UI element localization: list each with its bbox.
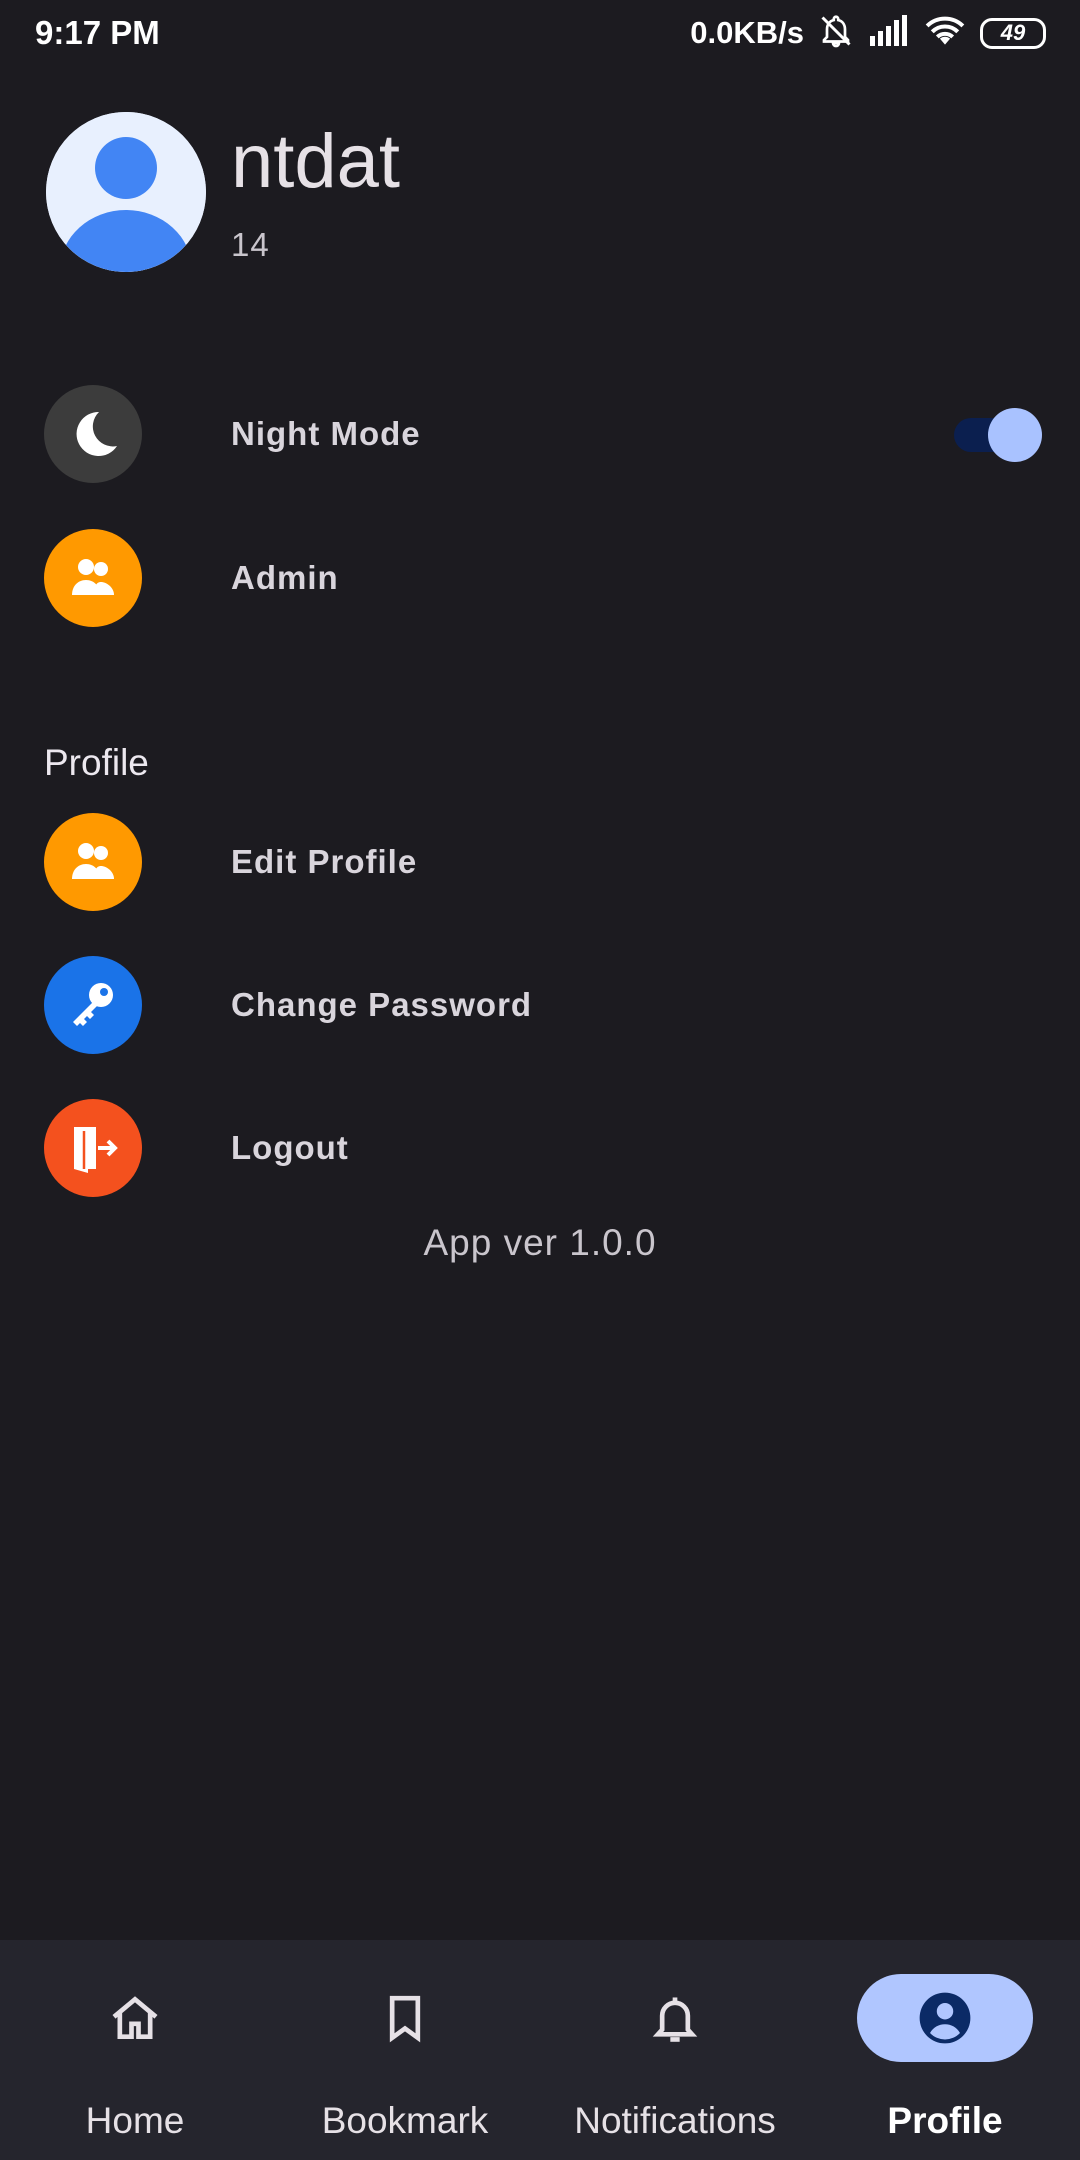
nav-bookmark-pill [317,1974,493,2062]
nav-home[interactable]: Home [0,1940,270,2160]
bottom-nav: Home Bookmark Notifications Profile [0,1940,1080,2160]
edit-profile-label: Edit Profile [231,843,418,880]
user-id: 14 [231,226,270,263]
bookmark-icon [389,1995,421,2043]
nav-home-pill [47,1974,223,2062]
nav-home-label: Home [85,2100,185,2141]
night-mode-label: Night Mode [231,415,421,452]
net-speed: 0.0KB/s [690,15,804,50]
person-avatar-icon [46,112,206,272]
avatar[interactable] [46,112,206,272]
night-mode-row[interactable]: Night Mode [44,384,1044,484]
night-mode-toggle[interactable] [952,406,1044,462]
edit-profile-row[interactable]: Edit Profile [44,812,1044,912]
bell-icon [652,1997,698,2042]
admin-label: Admin [231,559,339,596]
account-circle-icon [919,1992,971,2044]
logout-label: Logout [231,1129,349,1166]
logout-icon [44,1099,142,1197]
toggle-thumb [988,408,1042,462]
nav-notifications-pill [587,1974,763,2062]
signal-icon [868,14,910,53]
status-bar: 9:17 PM 0.0KB/s 49 [0,0,1080,66]
battery-icon: 49 [980,17,1046,49]
nav-profile-pill [857,1974,1033,2062]
logout-row[interactable]: Logout [44,1098,1044,1198]
key-icon [44,956,142,1054]
users-icon [44,529,142,627]
profile-screen: 9:17 PM 0.0KB/s 49 ntdat 14 Night Mode A… [0,0,1080,2160]
status-icons: 0.0KB/s 49 [690,12,1046,54]
nav-bookmark-label: Bookmark [321,2100,489,2141]
status-time: 9:17 PM [35,14,160,51]
change-password-row[interactable]: Change Password [44,955,1044,1055]
app-version: App ver 1.0.0 [423,1222,657,1263]
nav-profile-label: Profile [887,2100,1003,2141]
users-icon [44,813,142,911]
nav-bookmark[interactable]: Bookmark [270,1940,540,2160]
wifi-icon [924,14,966,53]
nav-profile[interactable]: Profile [810,1940,1080,2160]
change-password-label: Change Password [231,986,533,1023]
moon-icon [44,385,142,483]
user-name: ntdat [231,119,401,204]
nav-notifications[interactable]: Notifications [540,1940,810,2160]
nav-notifications-label: Notifications [574,2100,776,2141]
admin-row[interactable]: Admin [44,528,1044,628]
section-title-profile: Profile [44,742,149,783]
bell-off-icon [818,13,854,54]
home-icon [112,1996,158,2039]
